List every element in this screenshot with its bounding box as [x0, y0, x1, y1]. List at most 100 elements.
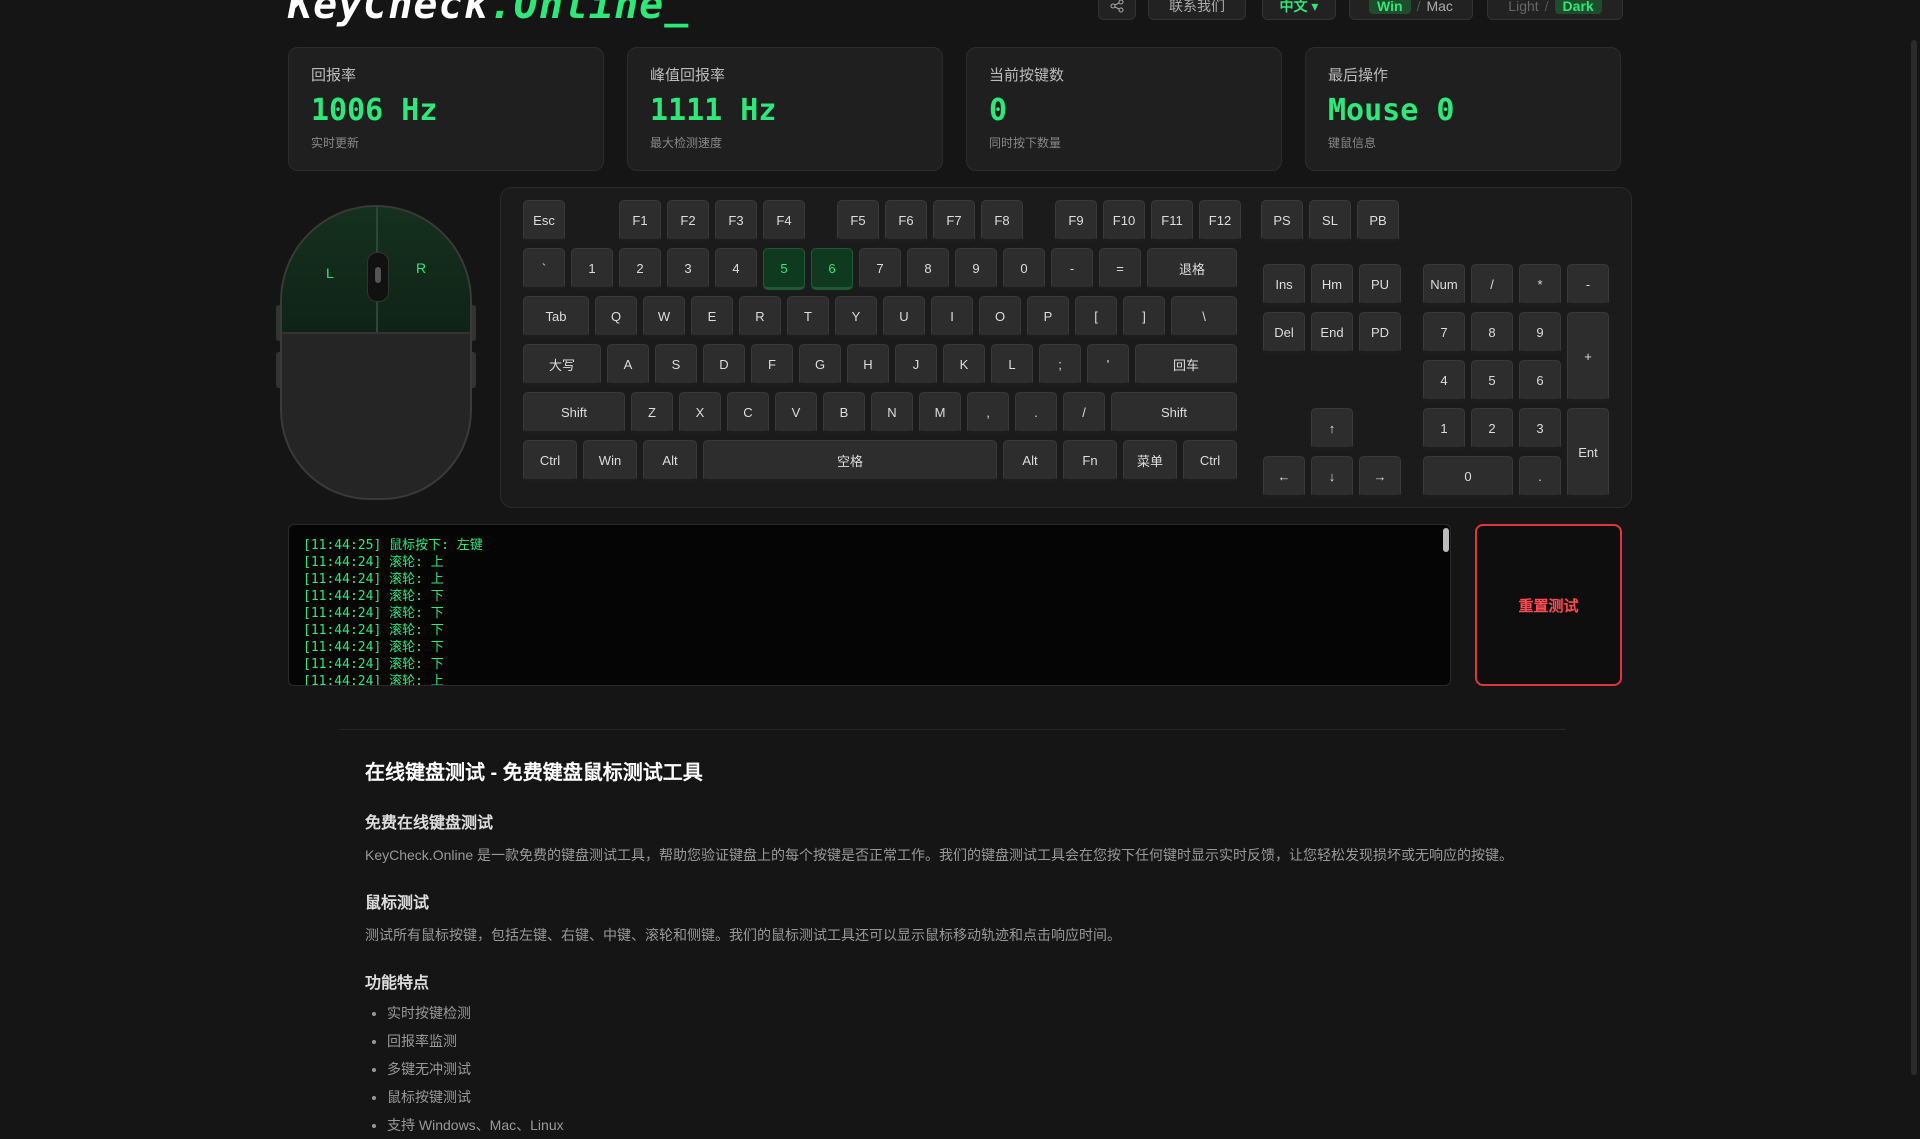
key-nmul[interactable]: *: [1519, 264, 1561, 306]
mouse-right-button[interactable]: R: [416, 260, 426, 276]
log-scrollbar[interactable]: [1443, 528, 1449, 552]
key-c[interactable]: C: [727, 392, 769, 434]
key-j[interactable]: J: [895, 344, 937, 386]
key-quote[interactable]: ': [1087, 344, 1129, 386]
key-ps[interactable]: PS: [1261, 200, 1303, 242]
key-semi[interactable]: ;: [1039, 344, 1081, 386]
key-n1[interactable]: 1: [1423, 408, 1465, 450]
key-f11[interactable]: F11: [1151, 200, 1193, 242]
key-b[interactable]: B: [823, 392, 865, 434]
os-win-option[interactable]: Win: [1369, 0, 1411, 14]
key-d3[interactable]: 3: [667, 248, 709, 290]
key-rctrl[interactable]: Ctrl: [1183, 440, 1237, 482]
key-nent[interactable]: Ent: [1567, 408, 1609, 498]
key-pd[interactable]: PD: [1359, 312, 1401, 354]
key-ralt[interactable]: Alt: [1003, 440, 1057, 482]
key-nadd[interactable]: +: [1567, 312, 1609, 402]
key-v[interactable]: V: [775, 392, 817, 434]
key-n0[interactable]: 0: [1423, 456, 1513, 498]
key-pb[interactable]: PB: [1357, 200, 1399, 242]
key-n[interactable]: N: [871, 392, 913, 434]
key-f[interactable]: F: [751, 344, 793, 386]
theme-light-option[interactable]: Light: [1508, 0, 1538, 14]
mouse-left-button[interactable]: L: [326, 265, 334, 281]
key-n5[interactable]: 5: [1471, 360, 1513, 402]
mouse-scroll-wheel[interactable]: [367, 252, 389, 302]
key-p[interactable]: P: [1027, 296, 1069, 338]
reset-test-button[interactable]: 重置测试: [1475, 524, 1622, 686]
key-d1[interactable]: 1: [571, 248, 613, 290]
key-f2[interactable]: F2: [667, 200, 709, 242]
key-d0[interactable]: 0: [1003, 248, 1045, 290]
key-n2[interactable]: 2: [1471, 408, 1513, 450]
key-r[interactable]: R: [739, 296, 781, 338]
key-f5[interactable]: F5: [837, 200, 879, 242]
os-mac-option[interactable]: Mac: [1426, 0, 1452, 14]
key-f12[interactable]: F12: [1199, 200, 1241, 242]
key-z[interactable]: Z: [631, 392, 673, 434]
key-d9[interactable]: 9: [955, 248, 997, 290]
key-lalt[interactable]: Alt: [643, 440, 697, 482]
key-d4[interactable]: 4: [715, 248, 757, 290]
key-rbr[interactable]: ]: [1123, 296, 1165, 338]
key-fn[interactable]: Fn: [1063, 440, 1117, 482]
key-period[interactable]: .: [1015, 392, 1057, 434]
key-lshift[interactable]: Shift: [523, 392, 625, 434]
key-f3[interactable]: F3: [715, 200, 757, 242]
key-u[interactable]: U: [883, 296, 925, 338]
key-t[interactable]: T: [787, 296, 829, 338]
key-f6[interactable]: F6: [885, 200, 927, 242]
key-comma[interactable]: ,: [967, 392, 1009, 434]
language-select[interactable]: 中文 ▾: [1262, 0, 1336, 20]
key-nsub[interactable]: -: [1567, 264, 1609, 306]
key-x[interactable]: X: [679, 392, 721, 434]
key-up[interactable]: ↑: [1311, 408, 1353, 450]
key-enter[interactable]: 回车: [1135, 344, 1237, 386]
key-n3[interactable]: 3: [1519, 408, 1561, 450]
key-ndot[interactable]: .: [1519, 456, 1561, 498]
key-num[interactable]: Num: [1423, 264, 1465, 306]
key-end[interactable]: End: [1311, 312, 1353, 354]
contact-button[interactable]: 联系我们: [1148, 0, 1246, 20]
site-logo[interactable]: KeyCheck.Online_: [288, 0, 689, 28]
key-win[interactable]: Win: [583, 440, 637, 482]
key-down[interactable]: ↓: [1311, 456, 1353, 498]
key-e[interactable]: E: [691, 296, 733, 338]
key-equal[interactable]: =: [1099, 248, 1141, 290]
key-k[interactable]: K: [943, 344, 985, 386]
key-n8[interactable]: 8: [1471, 312, 1513, 354]
key-d7[interactable]: 7: [859, 248, 901, 290]
key-l[interactable]: L: [991, 344, 1033, 386]
key-q[interactable]: Q: [595, 296, 637, 338]
key-right[interactable]: →: [1359, 456, 1401, 498]
page-scrollbar[interactable]: [1911, 40, 1917, 1075]
share-button[interactable]: [1098, 0, 1136, 20]
key-lbr[interactable]: [: [1075, 296, 1117, 338]
key-g[interactable]: G: [799, 344, 841, 386]
key-lctrl[interactable]: Ctrl: [523, 440, 577, 482]
key-minus[interactable]: -: [1051, 248, 1093, 290]
key-f8[interactable]: F8: [981, 200, 1023, 242]
key-d8[interactable]: 8: [907, 248, 949, 290]
key-left[interactable]: ←: [1263, 456, 1305, 498]
key-d5[interactable]: 5: [763, 248, 805, 290]
key-bslash[interactable]: \: [1171, 296, 1237, 338]
key-esc[interactable]: Esc: [523, 200, 565, 242]
key-d2[interactable]: 2: [619, 248, 661, 290]
key-space[interactable]: 空格: [703, 440, 997, 482]
theme-dark-option[interactable]: Dark: [1554, 0, 1602, 14]
key-backspace[interactable]: 退格: [1147, 248, 1237, 290]
key-grave[interactable]: `: [523, 248, 565, 290]
key-pu[interactable]: PU: [1359, 264, 1401, 306]
key-i[interactable]: I: [931, 296, 973, 338]
key-n4[interactable]: 4: [1423, 360, 1465, 402]
key-n9[interactable]: 9: [1519, 312, 1561, 354]
key-menu[interactable]: 菜单: [1123, 440, 1177, 482]
key-hm[interactable]: Hm: [1311, 264, 1353, 306]
key-d6[interactable]: 6: [811, 248, 853, 290]
key-o[interactable]: O: [979, 296, 1021, 338]
key-rshift[interactable]: Shift: [1111, 392, 1237, 434]
key-f1[interactable]: F1: [619, 200, 661, 242]
key-f7[interactable]: F7: [933, 200, 975, 242]
key-caps[interactable]: 大写: [523, 344, 601, 386]
